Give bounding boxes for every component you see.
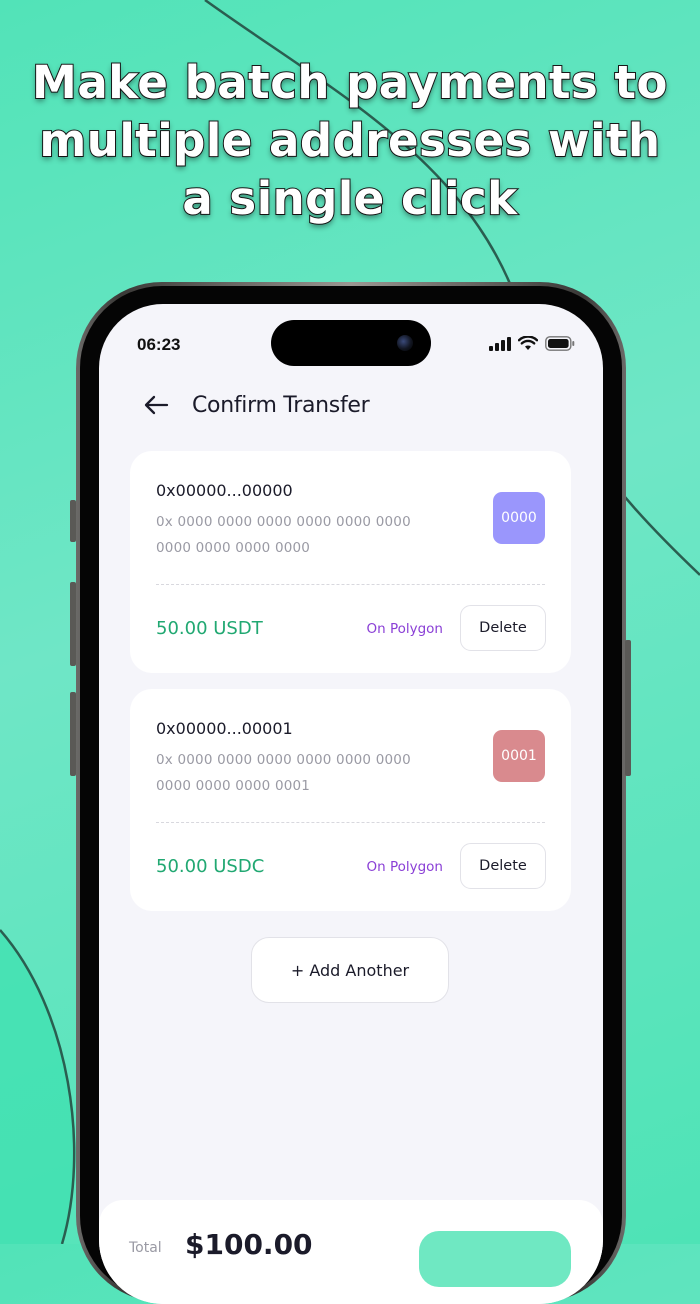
headline-line-2: multiple addresses with [38, 113, 661, 168]
side-button-volume-down [70, 692, 76, 776]
page-title: Confirm Transfer [192, 392, 370, 418]
status-icons [489, 336, 575, 351]
transfer-card-1: 0x00000...00000 0x 0000 0000 0000 0000 0… [130, 451, 571, 673]
add-another-button[interactable]: + Add Another [251, 937, 449, 1003]
side-button-volume-up [70, 582, 76, 666]
back-button[interactable] [143, 390, 179, 420]
phone-screen: 06:23 Confirm Transfer 0x00000...00000 0… [99, 304, 603, 1304]
signal-icon [489, 336, 511, 351]
nav-bar: Confirm Transfer [143, 390, 370, 420]
camera-icon [397, 335, 413, 351]
transfer-amount: 50.00 USDC [156, 856, 265, 877]
token-badge: 0001 [493, 730, 545, 782]
battery-icon [545, 336, 575, 351]
full-address-line-2: 0000 0000 0000 0001 [156, 778, 311, 794]
side-button-power [625, 640, 631, 776]
total-value: $100.00 [185, 1228, 313, 1261]
short-address: 0x00000...00000 [156, 481, 293, 500]
delete-button[interactable]: Delete [460, 843, 546, 889]
full-address-line-1: 0x 0000 0000 0000 0000 0000 0000 [156, 752, 411, 768]
full-address: 0x 0000 0000 0000 0000 0000 0000 0000 00… [156, 509, 456, 561]
network-label: On Polygon [366, 621, 443, 637]
total-label: Total [129, 1240, 162, 1256]
confirm-button[interactable] [419, 1231, 571, 1287]
short-address: 0x00000...00001 [156, 719, 293, 738]
headline-line-1: Make batch payments to [31, 55, 668, 110]
delete-button[interactable]: Delete [460, 605, 546, 651]
dashed-divider [156, 822, 545, 823]
dashed-divider [156, 584, 545, 585]
full-address: 0x 0000 0000 0000 0000 0000 0000 0000 00… [156, 747, 456, 799]
network-label: On Polygon [366, 859, 443, 875]
full-address-line-2: 0000 0000 0000 0000 [156, 540, 311, 556]
arrow-left-icon [144, 395, 169, 415]
bottom-summary-bar: Total $100.00 [99, 1200, 603, 1304]
transfer-card-2: 0x00000...00001 0x 0000 0000 0000 0000 0… [130, 689, 571, 911]
headline-line-3: a single click [181, 171, 518, 226]
token-badge: 0000 [493, 492, 545, 544]
status-time: 06:23 [137, 335, 181, 354]
wifi-icon [518, 336, 538, 350]
promo-headline: Make batch payments to multiple addresse… [0, 54, 700, 228]
full-address-line-1: 0x 0000 0000 0000 0000 0000 0000 [156, 514, 411, 530]
transfer-amount: 50.00 USDT [156, 618, 263, 639]
dynamic-island [271, 320, 431, 366]
side-button-action [70, 500, 76, 542]
